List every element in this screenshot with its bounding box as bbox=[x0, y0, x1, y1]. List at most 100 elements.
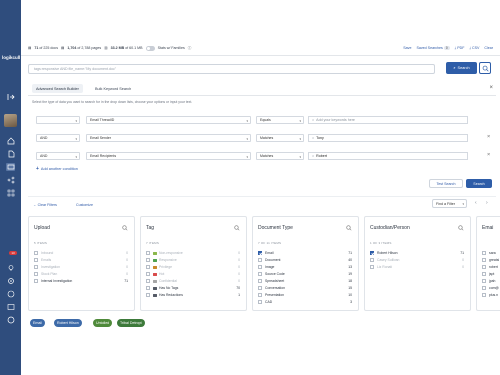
filter-option[interactable]: Inbound 0 bbox=[34, 250, 128, 256]
filter-chip[interactable]: Robert Hilson bbox=[54, 319, 82, 327]
filter-option[interactable]: jpah bbox=[482, 278, 500, 284]
checkbox[interactable] bbox=[146, 258, 150, 262]
filter-option[interactable]: robert bbox=[482, 264, 500, 270]
search-icon[interactable] bbox=[458, 225, 464, 231]
families-toggle[interactable] bbox=[145, 45, 155, 51]
search-button[interactable]: ⌕ Search bbox=[446, 62, 477, 74]
filter-option[interactable]: Document 40 bbox=[258, 257, 352, 263]
filter-chip[interactable]: Tribal Detropt bbox=[117, 319, 145, 327]
checkbox[interactable] bbox=[258, 251, 262, 255]
avatar[interactable] bbox=[4, 114, 17, 127]
checkbox[interactable] bbox=[258, 286, 262, 290]
checkbox[interactable] bbox=[146, 272, 150, 276]
run-search-button[interactable]: Search bbox=[466, 179, 492, 188]
condition-operator-select[interactable]: AND ▾ bbox=[36, 134, 80, 142]
help-icon[interactable] bbox=[6, 290, 15, 298]
checkbox[interactable] bbox=[482, 286, 486, 290]
checkbox[interactable] bbox=[34, 265, 38, 269]
filter-option[interactable]: com@ bbox=[482, 285, 500, 291]
filter-option[interactable]: Presentation 10 bbox=[258, 292, 352, 298]
condition-value-input[interactable]: ⌂ Tony bbox=[308, 134, 468, 142]
checkbox[interactable] bbox=[370, 251, 374, 255]
filter-option[interactable]: Responsive 0 bbox=[146, 257, 240, 263]
filter-option[interactable]: Spreadsheet 18 bbox=[258, 278, 352, 284]
grid-icon[interactable] bbox=[6, 189, 15, 197]
csv-link[interactable]: ⤓ CSV bbox=[469, 46, 479, 50]
filter-option[interactable]: Non-responsive 0 bbox=[146, 250, 240, 256]
checkbox[interactable] bbox=[482, 251, 486, 255]
checkbox[interactable] bbox=[482, 279, 486, 283]
prev-arrow-icon[interactable]: ‹ bbox=[475, 200, 477, 206]
checkbox[interactable] bbox=[34, 272, 38, 276]
filter-option[interactable]: Confidential 0 bbox=[146, 278, 240, 284]
logout-icon[interactable] bbox=[6, 316, 15, 324]
add-condition-button[interactable]: + Add another condition bbox=[36, 166, 78, 172]
info-icon[interactable]: ⓘ bbox=[188, 46, 192, 51]
checkbox[interactable] bbox=[258, 293, 262, 297]
app-logo[interactable]: logikcull bbox=[2, 55, 20, 60]
filter-option[interactable]: Stock Plan 0 bbox=[34, 271, 128, 277]
filter-option[interactable]: Internal Investigation 71 bbox=[34, 278, 128, 284]
lightbulb-icon[interactable] bbox=[6, 264, 15, 272]
checkbox[interactable] bbox=[258, 265, 262, 269]
checkbox[interactable] bbox=[370, 265, 374, 269]
filter-option[interactable]: Investigation 0 bbox=[34, 264, 128, 270]
gear-icon[interactable] bbox=[6, 277, 15, 285]
search-icon[interactable] bbox=[234, 225, 240, 231]
filter-option[interactable]: Liz Ronati 0 bbox=[370, 264, 464, 270]
search-icon[interactable] bbox=[122, 225, 128, 231]
filter-option[interactable]: Emails 0 bbox=[34, 257, 128, 263]
filter-option[interactable]: Casey Sullivan 0 bbox=[370, 257, 464, 263]
account-icon[interactable] bbox=[6, 303, 15, 311]
condition-field-select[interactable]: Email ThreadID ▾ bbox=[86, 116, 251, 124]
checkbox[interactable] bbox=[482, 293, 486, 297]
filter-chip[interactable]: Untolled bbox=[93, 319, 113, 327]
filter-chip[interactable]: Email bbox=[30, 319, 45, 327]
checkbox[interactable] bbox=[370, 258, 374, 262]
search-input[interactable]: tags:responsive AND file_name:"My docume… bbox=[28, 64, 435, 74]
checkbox[interactable] bbox=[146, 265, 150, 269]
condition-value-input[interactable]: ⌂ Add your keywords here bbox=[308, 116, 468, 124]
search-nav-icon[interactable] bbox=[6, 163, 15, 171]
find-filter-select[interactable]: Find a Filter ▾ bbox=[432, 199, 467, 208]
filter-option[interactable]: Has Redactions 1 bbox=[146, 292, 240, 298]
pdf-link[interactable]: ⤓ PDF bbox=[455, 46, 465, 50]
filter-option[interactable]: Image 13 bbox=[258, 264, 352, 270]
test-search-button[interactable]: Test Search bbox=[429, 179, 463, 188]
filter-option[interactable]: Robert Hilson 71 bbox=[370, 250, 464, 256]
filter-option[interactable]: Email 71 bbox=[258, 250, 352, 256]
condition-field-select[interactable]: Email Recipients ▾ bbox=[86, 152, 251, 160]
checkbox[interactable] bbox=[258, 300, 262, 304]
checkbox[interactable] bbox=[34, 251, 38, 255]
clear-filters-link[interactable]: ← Clear Filters bbox=[33, 203, 57, 207]
filter-option[interactable]: Has No Tags 70 bbox=[146, 285, 240, 291]
search-icon[interactable] bbox=[346, 225, 352, 231]
filter-option[interactable]: Privilege 0 bbox=[146, 264, 240, 270]
saved-searches-link[interactable]: Saved Searches 0 bbox=[416, 46, 450, 50]
condition-value-input[interactable]: ⌂ Robert bbox=[308, 152, 468, 160]
tab-bulk-keyword[interactable]: Bulk Keyword Search bbox=[91, 84, 135, 93]
checkbox[interactable] bbox=[146, 251, 150, 255]
checkbox[interactable] bbox=[482, 265, 486, 269]
clear-link[interactable]: Clear bbox=[484, 46, 493, 50]
filter-option[interactable]: plus.n bbox=[482, 292, 500, 298]
condition-operator-select[interactable]: AND ▾ bbox=[36, 152, 80, 160]
filter-option[interactable]: Source Code 19 bbox=[258, 271, 352, 277]
document-icon[interactable] bbox=[6, 150, 15, 158]
condition-match-select[interactable]: Matches ▾ bbox=[256, 152, 304, 160]
tab-advanced-search[interactable]: Advanced Search Builder bbox=[32, 84, 83, 93]
home-icon[interactable] bbox=[6, 137, 15, 145]
condition-operator-select[interactable]: ▾ bbox=[36, 116, 80, 124]
filter-option[interactable]: sara bbox=[482, 250, 500, 256]
condition-field-select[interactable]: Email Sender ▾ bbox=[86, 134, 251, 142]
checkbox[interactable] bbox=[482, 272, 486, 276]
collapse-icon[interactable] bbox=[6, 93, 15, 101]
checkbox[interactable] bbox=[146, 279, 150, 283]
remove-condition-icon[interactable]: × bbox=[487, 152, 490, 158]
save-link[interactable]: Save bbox=[403, 46, 411, 50]
checkbox[interactable] bbox=[34, 258, 38, 262]
checkbox[interactable] bbox=[34, 279, 38, 283]
checkbox[interactable] bbox=[258, 258, 262, 262]
condition-match-select[interactable]: Matches ▾ bbox=[256, 134, 304, 142]
checkbox[interactable] bbox=[146, 286, 150, 290]
